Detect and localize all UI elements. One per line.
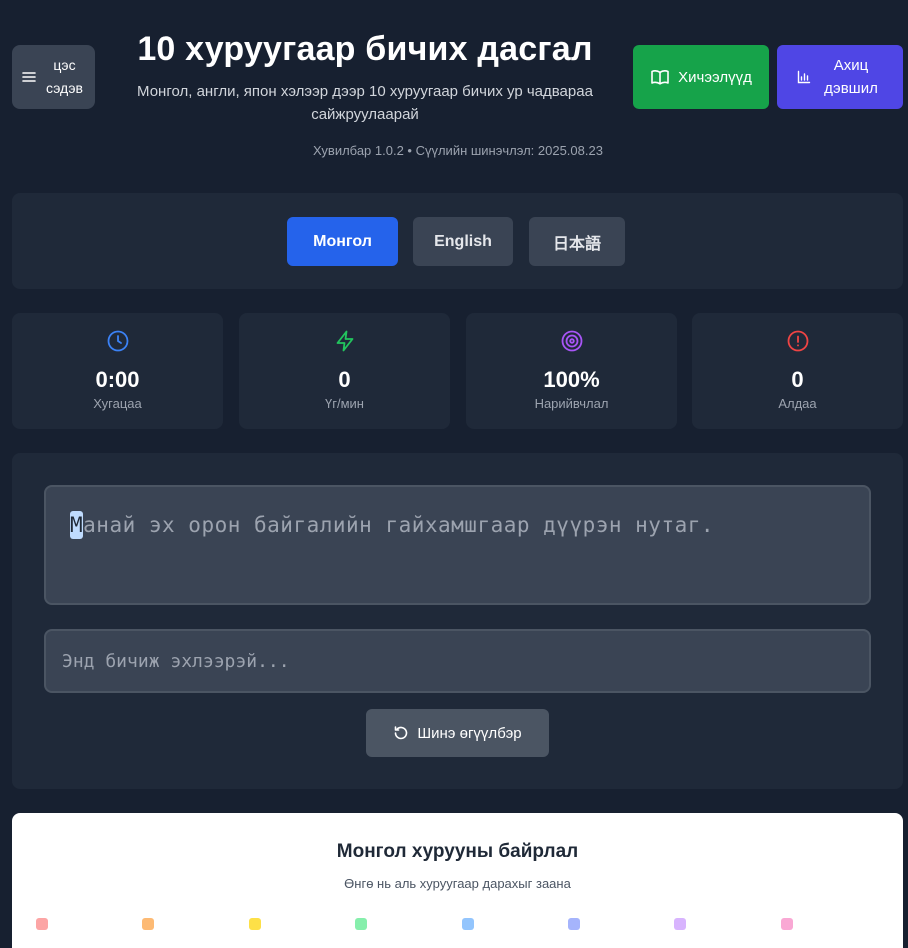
- finger-color-swatch: [781, 918, 793, 930]
- finger-color-swatch: [462, 918, 474, 930]
- lessons-button[interactable]: Хичээлүүд: [633, 45, 769, 109]
- keyboard-layout-panel: Монгол хурууны байрлал Өнгө нь аль хуруу…: [12, 813, 903, 948]
- menu-button[interactable]: цэс сэдэв: [12, 45, 95, 109]
- stat-card-wpm: 0 Үг/мин: [239, 313, 450, 429]
- lang-button-japanese[interactable]: 日本語: [529, 217, 625, 266]
- stat-label: Алдаа: [778, 396, 817, 411]
- new-sentence-label: Шинэ өгүүлбэр: [417, 724, 522, 742]
- remaining-text: анай эх орон байгалийн гайхамшгаар дүүрэ…: [83, 513, 715, 537]
- stat-value: 0: [338, 367, 351, 392]
- stat-label: Нарийвчлал: [534, 396, 609, 411]
- typing-input-wrapper: [44, 629, 871, 693]
- stat-value: 0:00: [95, 367, 140, 392]
- stat-card-time: 0:00 Хугацаа: [12, 313, 223, 429]
- menu-label: цэс сэдэв: [46, 57, 83, 96]
- typing-panel: Манай эх орон байгалийн гайхамшгаар дүүр…: [12, 453, 903, 789]
- finger-color-swatch: [36, 918, 48, 930]
- book-icon: [651, 70, 669, 85]
- bar-chart-icon: [797, 70, 811, 84]
- stat-card-errors: 0 Алдаа: [692, 313, 903, 429]
- alert-icon: [692, 330, 903, 352]
- refresh-icon: [395, 726, 408, 740]
- clock-icon: [12, 330, 223, 352]
- keyboard-title: Монгол хурууны байрлал: [336, 841, 579, 862]
- lang-button-english[interactable]: English: [413, 217, 513, 266]
- header: цэс сэдэв 10 хуруугаар бичих дасгал Монг…: [0, 0, 908, 180]
- finger-color-swatch: [142, 918, 154, 930]
- version-info: Хувилбар 1.0.2 • Сүүлийн шинэчлэл: 2025.…: [313, 143, 603, 158]
- new-sentence-button[interactable]: Шинэ өгүүлбэр: [366, 709, 549, 757]
- hamburger-icon: [21, 72, 36, 82]
- stat-label: Хугацаа: [93, 396, 142, 411]
- page-subtitle: Монгол, англи, япон хэлээр дээр 10 хуруу…: [137, 83, 593, 123]
- finger-color-swatch: [568, 918, 580, 930]
- finger-color-swatch: [249, 918, 261, 930]
- stat-value: 0: [791, 367, 804, 392]
- language-selector: Монгол English 日本語: [12, 193, 903, 289]
- finger-color-swatch: [674, 918, 686, 930]
- progress-button[interactable]: Ахиц дэвшил: [777, 45, 903, 109]
- stat-card-accuracy: 100% Нарийвчлал: [466, 313, 677, 429]
- lessons-label: Хичээлүүд: [678, 68, 752, 86]
- target-icon: [466, 330, 677, 352]
- lightning-icon: [239, 330, 450, 352]
- target-text-display: Манай эх орон байгалийн гайхамшгаар дүүр…: [44, 485, 871, 605]
- lang-button-mongolian[interactable]: Монгол: [287, 217, 398, 266]
- stat-label: Үг/мин: [325, 396, 364, 411]
- page-title: 10 хуруугаар бичих дасгал: [137, 30, 593, 68]
- typing-input[interactable]: [62, 650, 853, 672]
- finger-color-swatch: [355, 918, 367, 930]
- progress-label: Ахиц дэвшил: [824, 57, 878, 97]
- current-character: М: [70, 511, 84, 539]
- keyboard-subtitle: Өнгө нь аль хуруугаар дарахыг заана: [344, 876, 571, 891]
- stat-value: 100%: [543, 367, 600, 392]
